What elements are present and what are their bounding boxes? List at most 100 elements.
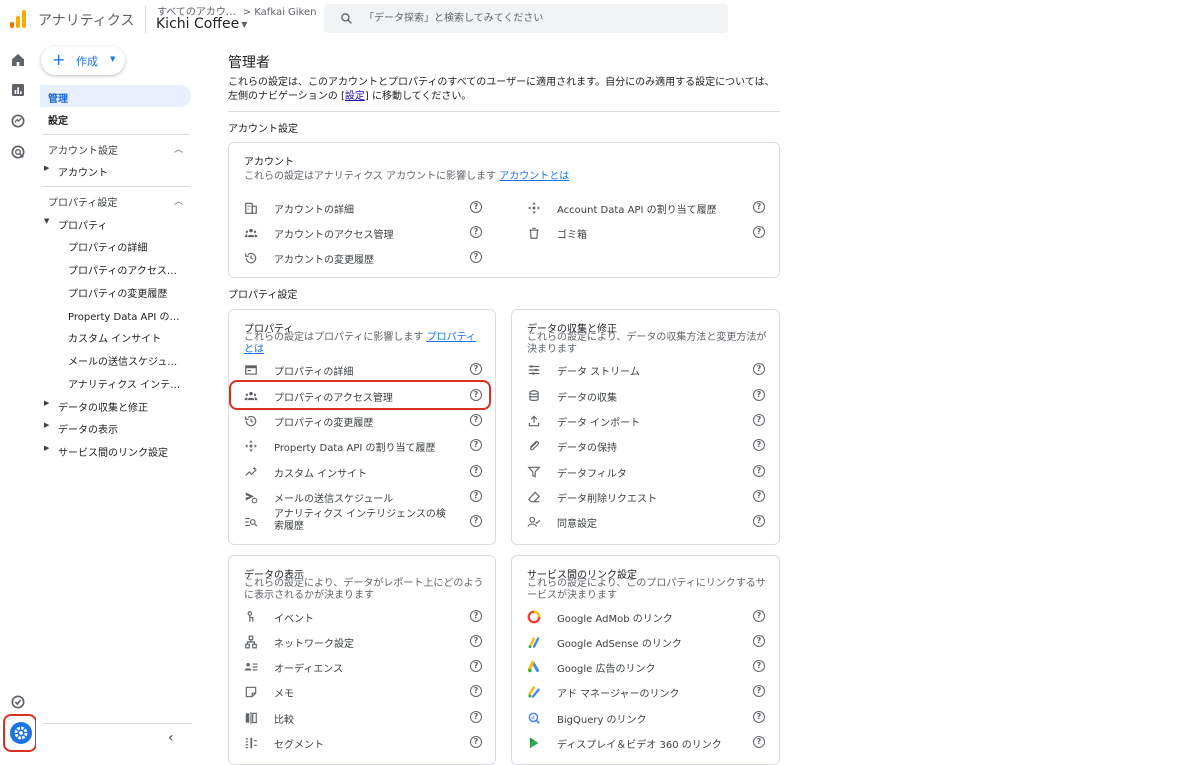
ad-manager-link-row[interactable]: アド マネージャーのリンク ? — [527, 680, 767, 704]
network-settings-row[interactable]: ネットワーク設定 ? — [244, 630, 484, 654]
home-icon[interactable] — [10, 52, 26, 68]
data-streams-row[interactable]: データ ストリーム ? — [527, 358, 767, 382]
help-icon[interactable]: ? — [753, 363, 765, 375]
help-icon[interactable]: ? — [753, 736, 765, 748]
dv360-link-row[interactable]: ディスプレイ＆ビデオ 360 のリンク ? — [527, 731, 767, 755]
help-icon[interactable]: ? — [470, 251, 482, 263]
nav-product-links[interactable]: ▶ サービス間のリンク設定 — [36, 439, 196, 461]
nav-property-access[interactable]: プロパティのアクセス… — [36, 257, 196, 279]
help-icon[interactable]: ? — [470, 515, 482, 527]
admob-link-row[interactable]: Google AdMob のリンク ? — [527, 605, 767, 629]
data-filters-row[interactable]: データフィルタ ? — [527, 460, 767, 484]
nav-property-history[interactable]: プロパティの変更履歴 — [36, 280, 196, 302]
property-history-row[interactable]: プロパティの変更履歴 ? — [244, 409, 484, 433]
nav-child-label: プロパティのアクセス… — [68, 266, 177, 277]
nav-data-display-label: データの表示 — [58, 425, 118, 436]
eraser-icon — [527, 491, 541, 503]
help-icon[interactable]: ? — [470, 736, 482, 748]
nav-data-display[interactable]: ▶ データの表示 — [36, 416, 196, 438]
property-selector[interactable]: Kichi Coffee ▼ — [156, 16, 247, 32]
nav-account[interactable]: ▶ アカウント — [36, 159, 196, 181]
help-icon[interactable]: ? — [753, 201, 765, 213]
help-icon[interactable]: ? — [753, 490, 765, 502]
help-icon[interactable]: ? — [753, 389, 765, 401]
help-icon[interactable]: ? — [753, 439, 765, 451]
help-icon[interactable]: ? — [470, 610, 482, 622]
data-retention-row[interactable]: データの保持 ? — [527, 434, 767, 458]
help-icon[interactable]: ? — [753, 465, 765, 477]
help-icon[interactable]: ? — [753, 711, 765, 723]
nav-settings[interactable]: 設定 — [36, 107, 196, 129]
custom-insights-row[interactable]: カスタム インサイト ? — [244, 460, 484, 484]
segments-row[interactable]: セグメント ? — [244, 731, 484, 755]
help-icon[interactable]: ? — [470, 635, 482, 647]
trash-row[interactable]: ゴミ箱 ? — [527, 221, 767, 245]
property-details-row[interactable]: プロパティの詳細 ? — [244, 358, 484, 382]
admin-gear-button[interactable] — [10, 722, 32, 744]
consent-settings-row[interactable]: 同意設定 ? — [527, 510, 767, 534]
data-deletion-row[interactable]: データ削除リクエスト ? — [527, 485, 767, 509]
help-icon[interactable]: ? — [470, 465, 482, 477]
comparisons-row[interactable]: 比較 ? — [244, 706, 484, 730]
help-icon[interactable]: ? — [753, 414, 765, 426]
email-schedule-row[interactable]: メールの送信スケジュール ? — [244, 485, 484, 509]
help-icon[interactable]: ? — [470, 363, 482, 375]
nav-analytics-intelligence[interactable]: アナリティクス インテ… — [36, 371, 196, 393]
help-icon[interactable]: ? — [470, 660, 482, 672]
account-help-link[interactable]: アカウントとは — [499, 171, 569, 182]
help-icon[interactable]: ? — [470, 490, 482, 502]
notes-row[interactable]: メモ ? — [244, 680, 484, 704]
help-icon[interactable]: ? — [470, 414, 482, 426]
account-access-row[interactable]: アカウントのアクセス管理 ? — [244, 221, 484, 245]
nav-custom-insights[interactable]: カスタム インサイト — [36, 325, 196, 347]
row-label: Property Data API の割り当て履歴 — [274, 443, 436, 454]
checklist-icon[interactable] — [10, 694, 26, 710]
help-icon[interactable]: ? — [753, 515, 765, 527]
help-icon[interactable]: ? — [753, 635, 765, 647]
nav-data-collection[interactable]: ▶ データの収集と修正 — [36, 394, 196, 416]
account-details-row[interactable]: アカウントの詳細 ? — [244, 196, 484, 220]
settings-link[interactable]: 設定 — [345, 91, 365, 102]
events-row[interactable]: イベント ? — [244, 605, 484, 629]
nav-property-details[interactable]: プロパティの詳細 — [36, 234, 196, 256]
admob-icon — [527, 610, 541, 624]
explore-icon[interactable] — [10, 113, 26, 129]
intro-after: ] に移動してください。 — [364, 91, 472, 102]
help-icon[interactable]: ? — [470, 685, 482, 697]
google-ads-link-row[interactable]: Google 広告のリンク ? — [527, 655, 767, 679]
help-icon[interactable]: ? — [470, 711, 482, 723]
data-import-row[interactable]: データ インポート ? — [527, 409, 767, 433]
reports-icon[interactable] — [10, 82, 26, 98]
data-collection-row[interactable]: データの収集 ? — [527, 384, 767, 408]
analytics-logo-icon[interactable] — [10, 10, 26, 28]
search-bar[interactable] — [324, 4, 728, 33]
help-icon[interactable]: ? — [470, 226, 482, 238]
account-data-api-row[interactable]: Account Data API の割り当て履歴 ? — [527, 196, 767, 220]
adsense-link-row[interactable]: Google AdSense のリンク ? — [527, 630, 767, 654]
collapse-chevron-icon[interactable]: ‹ — [168, 730, 174, 746]
nav-property-section-label: プロパティ設定 — [48, 198, 118, 209]
search-input[interactable] — [364, 4, 714, 33]
bigquery-link-row[interactable]: BigQuery のリンク ? — [527, 706, 767, 730]
help-icon[interactable]: ? — [470, 201, 482, 213]
nav-email-schedule[interactable]: メールの送信スケジュ… — [36, 348, 196, 370]
help-icon[interactable]: ? — [753, 685, 765, 697]
account-history-row[interactable]: アカウントの変更履歴 ? — [244, 246, 484, 270]
nav-account-section[interactable]: アカウント設定 ︿ — [36, 137, 196, 159]
create-button[interactable]: + 作成 ▼ — [41, 46, 125, 75]
app-name[interactable]: アナリティクス — [38, 10, 134, 30]
audiences-row[interactable]: オーディエンス ? — [244, 655, 484, 679]
advertising-icon[interactable] — [10, 144, 26, 160]
compare-icon — [245, 712, 257, 724]
nav-admin[interactable]: 管理 — [40, 85, 191, 107]
nav-property-data-api[interactable]: Property Data API の… — [36, 303, 196, 325]
breadcrumb-account[interactable]: Kafkai Giken — [254, 7, 316, 18]
help-icon[interactable]: ? — [753, 226, 765, 238]
property-data-api-row[interactable]: Property Data API の割り当て履歴 ? — [244, 434, 484, 458]
help-icon[interactable]: ? — [470, 439, 482, 451]
help-icon[interactable]: ? — [753, 660, 765, 672]
analytics-intelligence-row[interactable]: アナリティクス インテリジェンスの検索履歴 ? — [244, 509, 484, 534]
help-icon[interactable]: ? — [753, 610, 765, 622]
nav-property-section[interactable]: プロパティ設定 ︿ — [36, 189, 196, 211]
nav-property[interactable]: ▼ プロパティ — [36, 212, 196, 234]
